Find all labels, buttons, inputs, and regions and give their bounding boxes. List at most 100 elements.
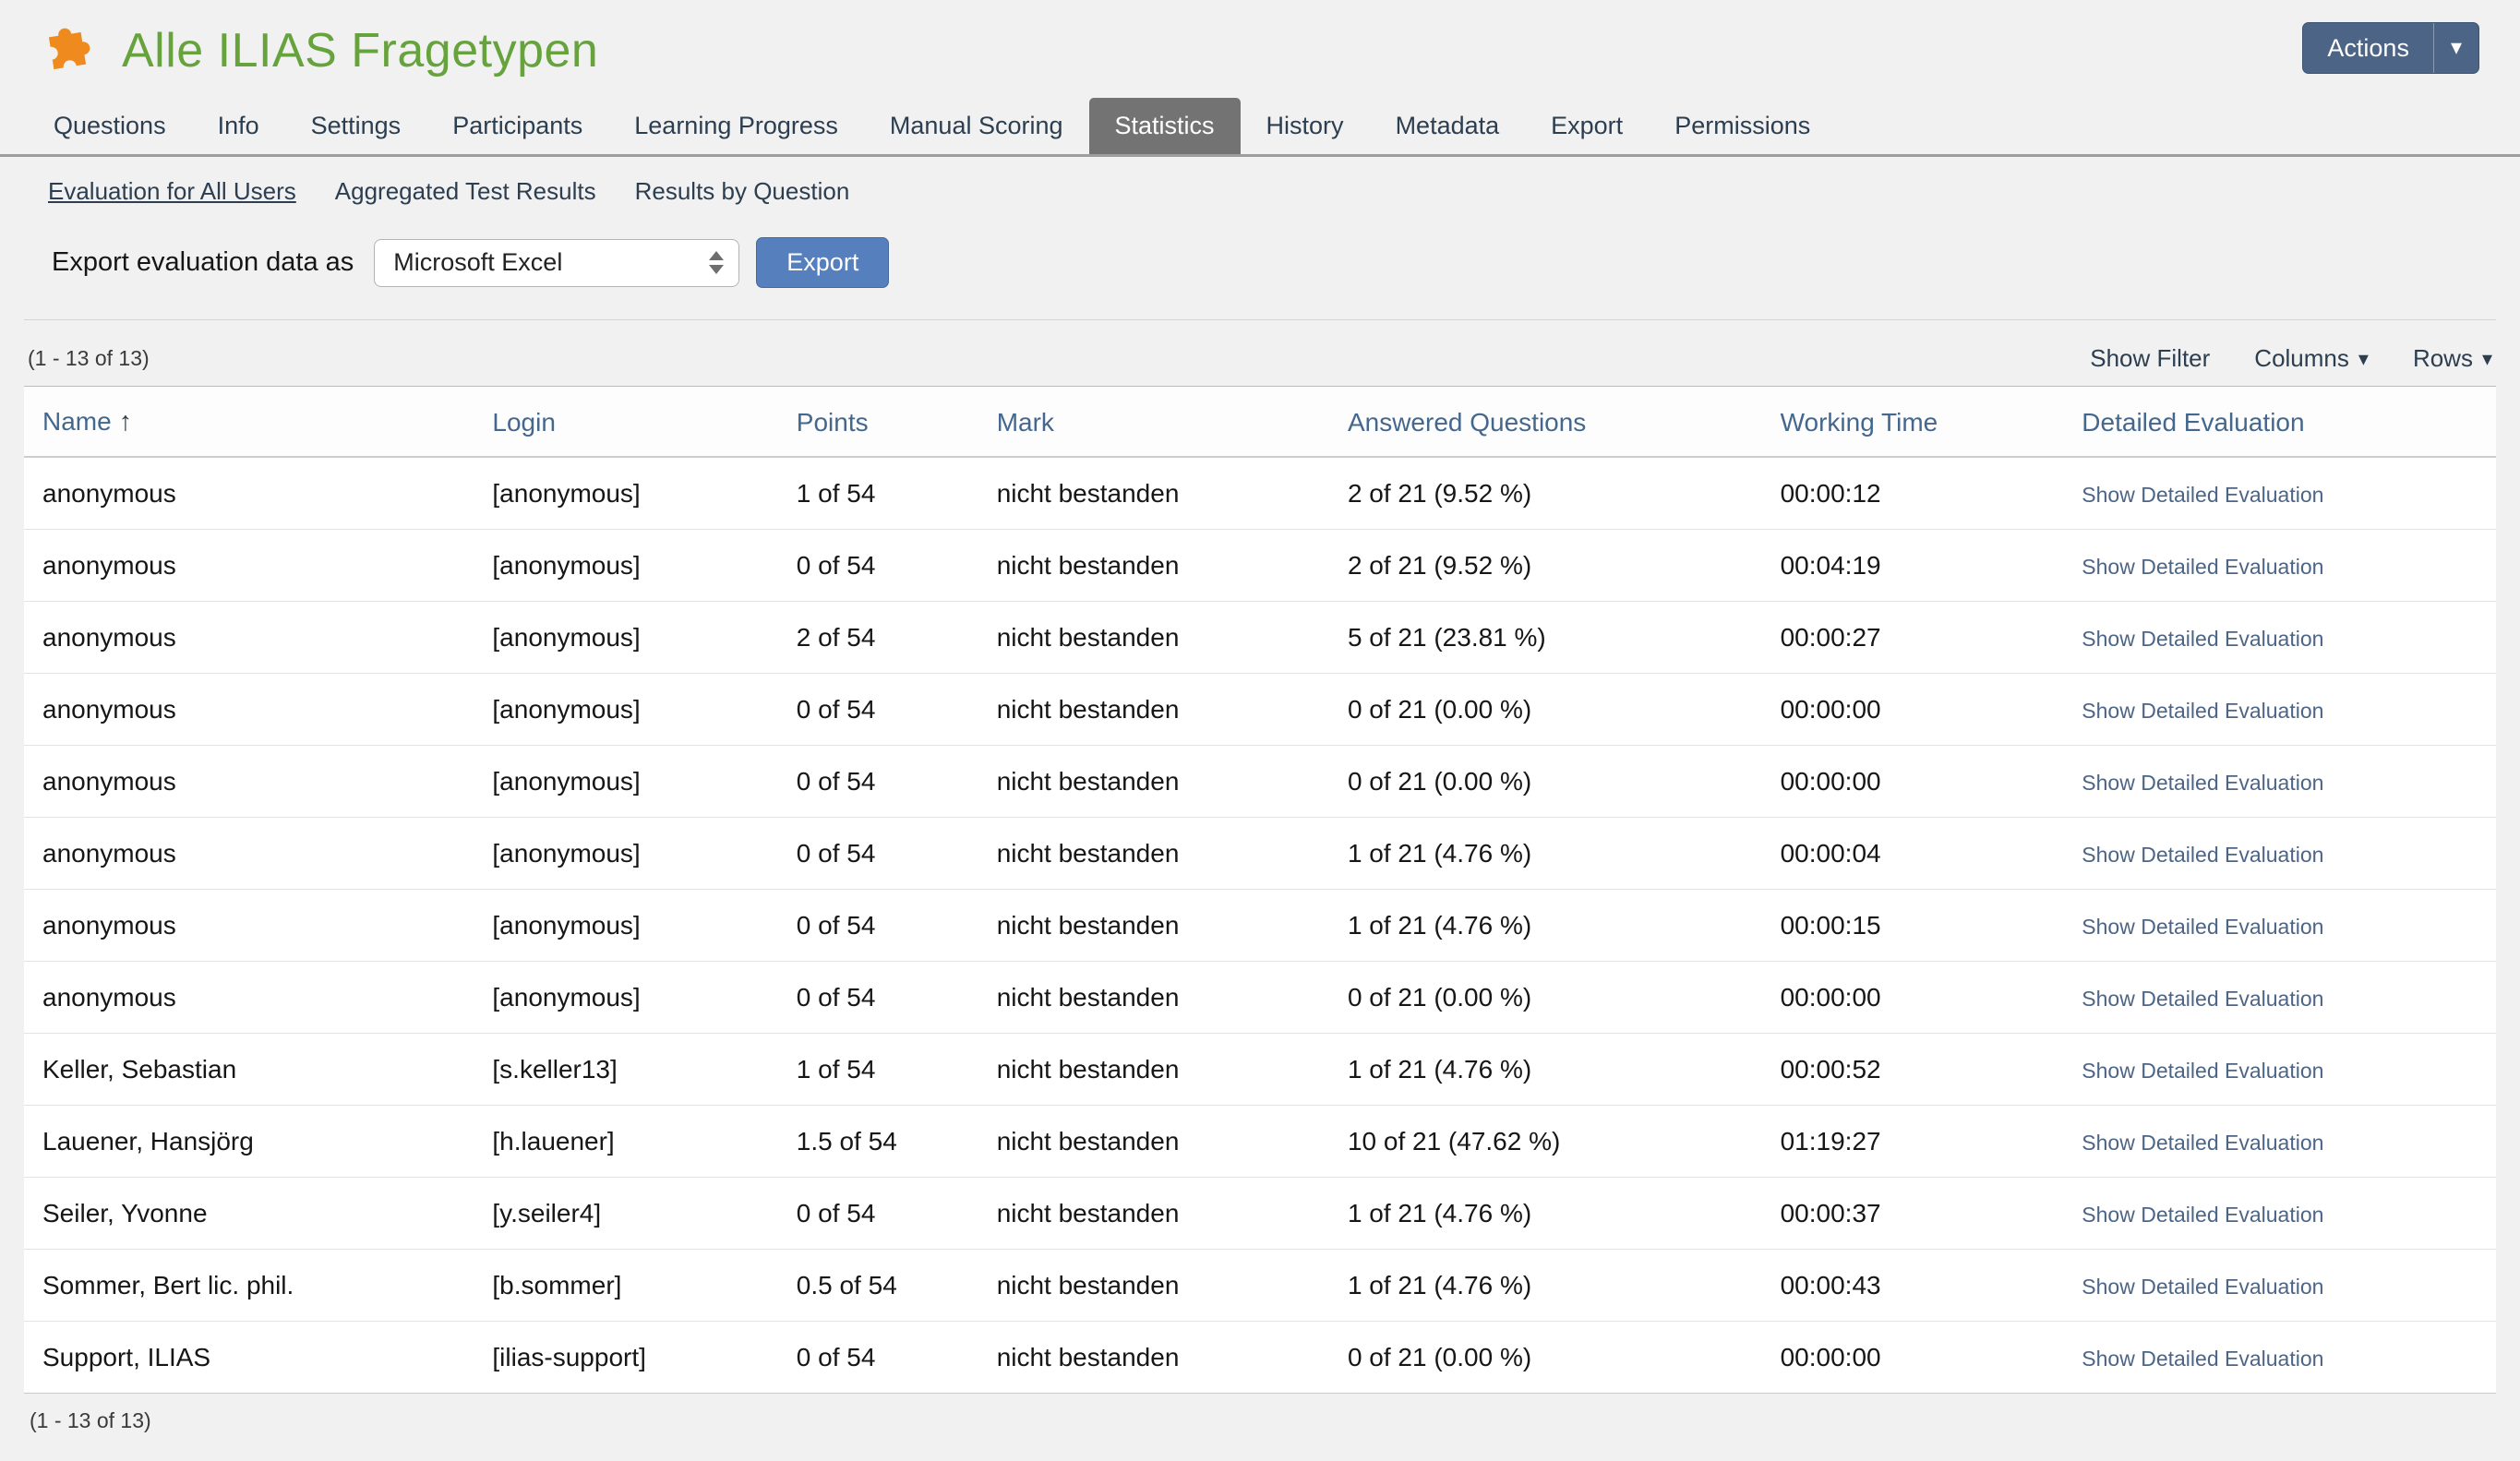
cell-name: Sommer, Bert lic. phil. bbox=[24, 1250, 474, 1322]
tab-statistics[interactable]: Statistics bbox=[1089, 98, 1241, 154]
cell-login: [anonymous] bbox=[474, 602, 777, 674]
cell-name: anonymous bbox=[24, 746, 474, 818]
show-detailed-evaluation-link[interactable]: Show Detailed Evaluation bbox=[2082, 1275, 2323, 1299]
show-detailed-evaluation-link[interactable]: Show Detailed Evaluation bbox=[2082, 699, 2323, 723]
cell-answered-questions: 1 of 21 (4.76 %) bbox=[1329, 1034, 1762, 1106]
show-detailed-evaluation-link[interactable]: Show Detailed Evaluation bbox=[2082, 987, 2323, 1011]
table-toolbar-right: Show Filter Columns ▾ Rows ▾ bbox=[2090, 344, 2492, 373]
show-detailed-evaluation-link[interactable]: Show Detailed Evaluation bbox=[2082, 1203, 2323, 1227]
table-row: anonymous[anonymous]0 of 54nicht bestand… bbox=[24, 530, 2496, 602]
cell-mark: nicht bestanden bbox=[978, 746, 1329, 818]
cell-login: [ilias-support] bbox=[474, 1322, 777, 1394]
subtab-results-by-question[interactable]: Results by Question bbox=[635, 177, 850, 206]
cell-answered-questions: 1 of 21 (4.76 %) bbox=[1329, 818, 1762, 890]
table-row: anonymous[anonymous]1 of 54nicht bestand… bbox=[24, 457, 2496, 530]
tab-permissions[interactable]: Permissions bbox=[1649, 98, 1836, 154]
cell-name: anonymous bbox=[24, 890, 474, 962]
column-header-answered-questions[interactable]: Answered Questions bbox=[1329, 387, 1762, 457]
cell-answered-questions: 0 of 21 (0.00 %) bbox=[1329, 746, 1762, 818]
cell-answered-questions: 0 of 21 (0.00 %) bbox=[1329, 962, 1762, 1034]
tab-info[interactable]: Info bbox=[192, 98, 285, 154]
export-panel: Export evaluation data as Microsoft Exce… bbox=[0, 215, 2520, 319]
ilias-statistics-page: Alle ILIAS Fragetypen Actions ▾ Question… bbox=[0, 0, 2520, 1461]
tab-manual-scoring[interactable]: Manual Scoring bbox=[864, 98, 1089, 154]
subtab-evaluation-for-all-users[interactable]: Evaluation for All Users bbox=[48, 177, 296, 206]
cell-mark: nicht bestanden bbox=[978, 530, 1329, 602]
table-row: Seiler, Yvonne[y.seiler4]0 of 54nicht be… bbox=[24, 1178, 2496, 1250]
cell-mark: nicht bestanden bbox=[978, 1250, 1329, 1322]
cell-working-time: 00:00:00 bbox=[1762, 1322, 2064, 1394]
cell-working-time: 00:00:00 bbox=[1762, 962, 2064, 1034]
export-format-selected-value: Microsoft Excel bbox=[393, 248, 562, 277]
results-table-body: anonymous[anonymous]1 of 54nicht bestand… bbox=[24, 457, 2496, 1393]
cell-mark: nicht bestanden bbox=[978, 890, 1329, 962]
cell-detailed-evaluation: Show Detailed Evaluation bbox=[2063, 1106, 2496, 1178]
table-footer: (1 - 13 of 13) bbox=[24, 1394, 2496, 1461]
show-detailed-evaluation-link[interactable]: Show Detailed Evaluation bbox=[2082, 915, 2323, 939]
table-row: anonymous[anonymous]0 of 54nicht bestand… bbox=[24, 962, 2496, 1034]
cell-answered-questions: 0 of 21 (0.00 %) bbox=[1329, 1322, 1762, 1394]
cell-working-time: 01:19:27 bbox=[1762, 1106, 2064, 1178]
cell-name: Seiler, Yvonne bbox=[24, 1178, 474, 1250]
cell-mark: nicht bestanden bbox=[978, 457, 1329, 530]
rows-dropdown[interactable]: Rows ▾ bbox=[2413, 344, 2492, 373]
subtab-aggregated-test-results[interactable]: Aggregated Test Results bbox=[335, 177, 596, 206]
column-header-points[interactable]: Points bbox=[778, 387, 978, 457]
cell-login: [y.seiler4] bbox=[474, 1178, 777, 1250]
result-range: (1 - 13 of 13) bbox=[28, 346, 150, 371]
tab-export[interactable]: Export bbox=[1525, 98, 1649, 154]
cell-login: [anonymous] bbox=[474, 674, 777, 746]
tab-questions[interactable]: Questions bbox=[28, 98, 192, 154]
table-row: Sommer, Bert lic. phil.[b.sommer]0.5 of … bbox=[24, 1250, 2496, 1322]
tab-settings[interactable]: Settings bbox=[285, 98, 427, 154]
cell-mark: nicht bestanden bbox=[978, 962, 1329, 1034]
export-format-select[interactable]: Microsoft Excel bbox=[374, 239, 739, 287]
export-button[interactable]: Export bbox=[756, 237, 889, 288]
show-detailed-evaluation-link[interactable]: Show Detailed Evaluation bbox=[2082, 1059, 2323, 1083]
cell-points: 0 of 54 bbox=[778, 674, 978, 746]
cell-points: 1.5 of 54 bbox=[778, 1106, 978, 1178]
actions-button-label: Actions bbox=[2303, 34, 2433, 63]
column-header-detailed-evaluation: Detailed Evaluation bbox=[2063, 387, 2496, 457]
column-header-login[interactable]: Login bbox=[474, 387, 777, 457]
show-detailed-evaluation-link[interactable]: Show Detailed Evaluation bbox=[2082, 771, 2323, 795]
cell-login: [anonymous] bbox=[474, 890, 777, 962]
show-detailed-evaluation-link[interactable]: Show Detailed Evaluation bbox=[2082, 1131, 2323, 1155]
cell-answered-questions: 1 of 21 (4.76 %) bbox=[1329, 1178, 1762, 1250]
column-header-working-time[interactable]: Working Time bbox=[1762, 387, 2064, 457]
puzzle-piece-icon bbox=[32, 16, 102, 86]
table-row: anonymous[anonymous]0 of 54nicht bestand… bbox=[24, 746, 2496, 818]
show-detailed-evaluation-link[interactable]: Show Detailed Evaluation bbox=[2082, 843, 2323, 867]
cell-answered-questions: 0 of 21 (0.00 %) bbox=[1329, 674, 1762, 746]
table-row: Support, ILIAS[ilias-support]0 of 54nich… bbox=[24, 1322, 2496, 1394]
cell-name: Keller, Sebastian bbox=[24, 1034, 474, 1106]
cell-detailed-evaluation: Show Detailed Evaluation bbox=[2063, 962, 2496, 1034]
table-row: Lauener, Hansjörg[h.lauener]1.5 of 54nic… bbox=[24, 1106, 2496, 1178]
show-filter-link[interactable]: Show Filter bbox=[2090, 344, 2210, 373]
cell-mark: nicht bestanden bbox=[978, 1178, 1329, 1250]
cell-working-time: 00:00:00 bbox=[1762, 746, 2064, 818]
cell-answered-questions: 10 of 21 (47.62 %) bbox=[1329, 1106, 1762, 1178]
cell-login: [s.keller13] bbox=[474, 1034, 777, 1106]
tab-participants[interactable]: Participants bbox=[426, 98, 608, 154]
column-header-name[interactable]: Name↑ bbox=[24, 387, 474, 457]
page-title: Alle ILIAS Fragetypen bbox=[122, 23, 598, 78]
cell-mark: nicht bestanden bbox=[978, 674, 1329, 746]
tab-metadata[interactable]: Metadata bbox=[1370, 98, 1526, 154]
tab-history[interactable]: History bbox=[1241, 98, 1370, 154]
cell-name: anonymous bbox=[24, 818, 474, 890]
show-detailed-evaluation-link[interactable]: Show Detailed Evaluation bbox=[2082, 555, 2323, 579]
actions-button[interactable]: Actions ▾ bbox=[2302, 22, 2479, 74]
cell-working-time: 00:00:52 bbox=[1762, 1034, 2064, 1106]
title-wrap: Alle ILIAS Fragetypen bbox=[37, 20, 598, 81]
show-detailed-evaluation-link[interactable]: Show Detailed Evaluation bbox=[2082, 627, 2323, 651]
cell-name: anonymous bbox=[24, 530, 474, 602]
show-detailed-evaluation-link[interactable]: Show Detailed Evaluation bbox=[2082, 483, 2323, 507]
subtab-bar: Evaluation for All Users Aggregated Test … bbox=[0, 157, 2520, 215]
column-header-mark[interactable]: Mark bbox=[978, 387, 1329, 457]
caret-down-icon: ▾ bbox=[2482, 347, 2492, 371]
columns-dropdown[interactable]: Columns ▾ bbox=[2254, 344, 2369, 373]
caret-down-icon: ▾ bbox=[2433, 23, 2478, 73]
show-detailed-evaluation-link[interactable]: Show Detailed Evaluation bbox=[2082, 1347, 2323, 1371]
tab-learning-progress[interactable]: Learning Progress bbox=[608, 98, 864, 154]
